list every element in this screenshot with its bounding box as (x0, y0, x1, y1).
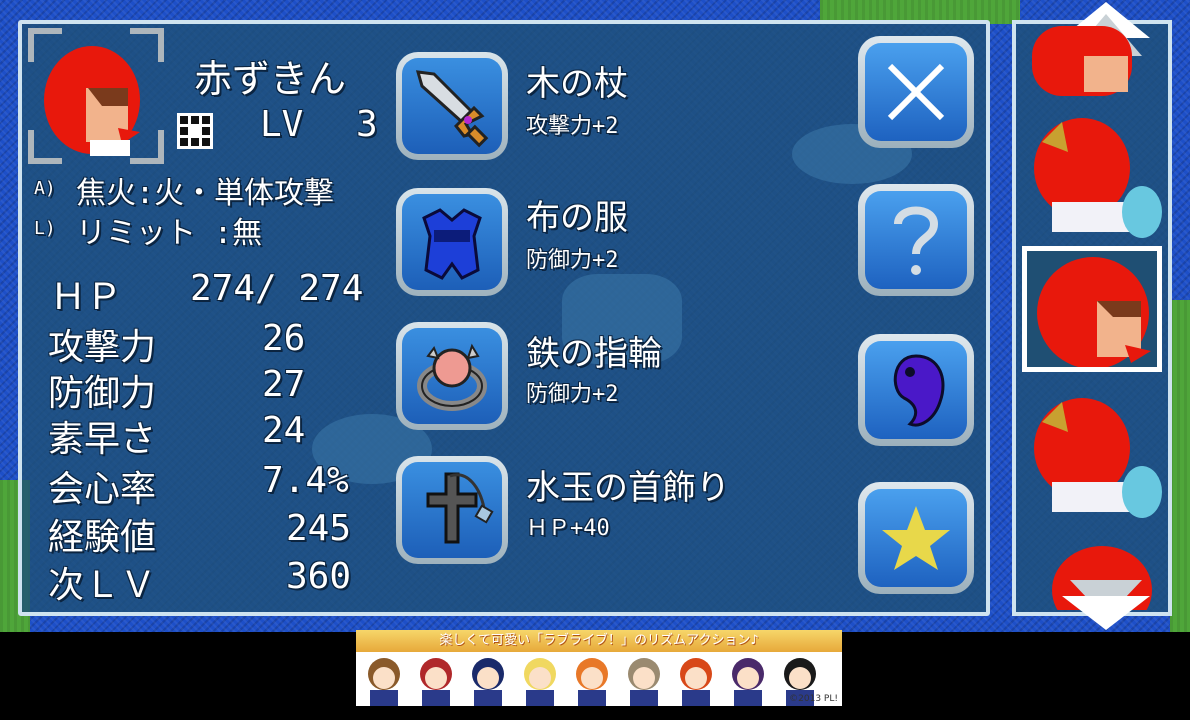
stat-value-defense: 27 (262, 364, 306, 405)
red-hood-sailor-icon (1034, 118, 1162, 238)
star-icon (882, 506, 950, 570)
equip-name-accessory-2: 水玉の首飾り (526, 468, 730, 508)
stat-value-next-level: 360 (286, 556, 352, 597)
character-name: 赤ずきん (194, 57, 347, 101)
equip-effect-accessory-1: 防御力+2 (526, 382, 619, 407)
ad-character (466, 654, 510, 706)
stat-label-hp: ＨＰ (50, 277, 123, 318)
ad-character (674, 654, 718, 706)
formation-grid-icon[interactable] (176, 112, 214, 150)
skill-l: リミット :無 (76, 216, 263, 251)
stat-label-next-level: 次ＬＶ (48, 565, 157, 606)
equip-name-weapon: 木の杖 (526, 64, 628, 104)
equip-effect-weapon: 攻撃力+2 (526, 114, 619, 139)
equip-slot-accessory-2[interactable] (396, 456, 508, 564)
equip-effect-accessory-2: ＨＰ+40 (526, 516, 610, 541)
stat-value-crit: 7.4% (262, 460, 349, 501)
magatama-icon (893, 354, 945, 427)
red-hood-icon (1037, 257, 1151, 369)
red-hood-icon (1032, 26, 1132, 96)
stat-label-defense: 防御力 (48, 373, 157, 414)
stat-label-exp: 経験値 (48, 517, 157, 558)
ad-banner[interactable]: 楽しくて可愛い「ラブライブ！」のリズムアクション♪ ©2013 PL! (356, 630, 842, 706)
stat-label-crit: 会心率 (48, 469, 157, 510)
help-button[interactable] (858, 184, 974, 296)
stat-label-speed: 素早さ (48, 419, 157, 460)
necklace-icon (426, 472, 494, 544)
scroll-down-icon[interactable] (1058, 578, 1154, 632)
equip-slot-armor[interactable] (396, 188, 508, 296)
stat-value-attack: 26 (262, 318, 306, 359)
stat-value-speed: 24 (262, 410, 306, 451)
ad-character (414, 654, 458, 706)
ad-character (570, 654, 614, 706)
ad-headline: 楽しくて可愛い「ラブライブ！」のリズムアクション♪ (356, 630, 842, 652)
equip-effect-armor: 防御力+2 (526, 248, 619, 273)
ad-character (622, 654, 666, 706)
stat-value-hp: 274/ 274 (190, 268, 364, 309)
level-value: 3 (356, 104, 378, 145)
character-portrait (28, 28, 164, 164)
stat-value-exp: 245 (286, 508, 352, 549)
red-hood-icon (44, 46, 140, 156)
equip-slot-accessory-1[interactable] (396, 322, 508, 430)
ad-character (726, 654, 770, 706)
party-member[interactable] (1022, 392, 1162, 518)
equip-name-accessory-1: 鉄の指輪 (526, 334, 662, 374)
ring-icon (417, 343, 487, 411)
favorite-button[interactable] (858, 482, 974, 594)
ad-copyright: ©2013 PL! (789, 694, 838, 704)
armor-icon (422, 208, 482, 280)
ad-character (518, 654, 562, 706)
close-icon (887, 63, 945, 121)
stat-label-attack: 攻撃力 (48, 327, 157, 368)
skill-l-prefix: L) (34, 218, 56, 239)
grass-tile (1170, 300, 1190, 632)
red-hood-sailor-icon (1034, 398, 1162, 518)
party-member[interactable] (1022, 26, 1162, 106)
sword-icon (415, 70, 489, 148)
skill-a-prefix: A) (34, 178, 56, 199)
level-label: LV (260, 104, 304, 145)
equip-slot-weapon[interactable] (396, 52, 508, 160)
skill-a: 焦火:火・単体攻撃 (76, 176, 335, 211)
question-icon (894, 206, 939, 275)
party-member-selected[interactable] (1022, 246, 1162, 372)
party-member[interactable] (1022, 112, 1162, 238)
close-button[interactable] (858, 36, 974, 148)
ad-character (362, 654, 406, 706)
magatama-button[interactable] (858, 334, 974, 446)
equip-name-armor: 布の服 (526, 198, 628, 238)
